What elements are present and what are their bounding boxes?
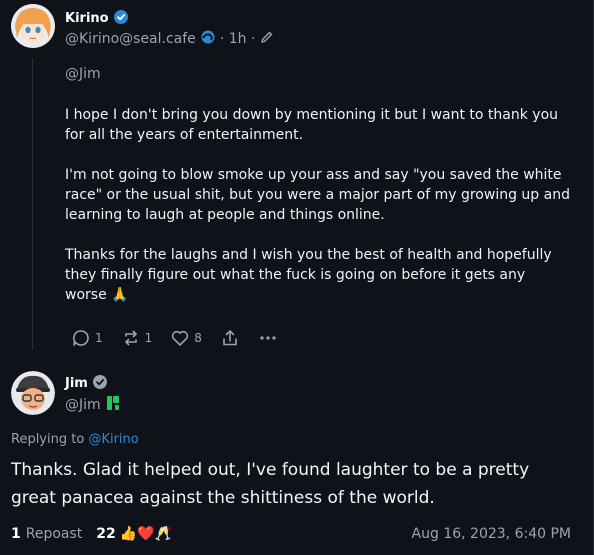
reactions-count[interactable]: 22 — [96, 526, 115, 542]
repost-button[interactable]: 1 — [121, 328, 153, 348]
reaction-emojis[interactable]: 👍❤️🥂 — [120, 526, 172, 542]
jim-name-row: Jim — [65, 374, 107, 393]
verified-badge-icon — [113, 9, 128, 28]
edit-pencil-icon[interactable] — [259, 30, 274, 49]
post-actions: 1 1 8 — [71, 328, 278, 348]
kirino-display-name[interactable]: Kirino — [65, 11, 109, 26]
like-button[interactable]: 8 — [170, 328, 202, 348]
repost-label[interactable]: Repoast — [26, 526, 83, 542]
post-time[interactable]: · 1h · — [220, 31, 256, 47]
post-paragraph-last: Thanks for the laughs and I wish you the… — [65, 245, 570, 305]
replying-to-link[interactable]: @Kirino — [88, 432, 138, 447]
post-paragraph: Thanks for the laughs and I wish you the… — [65, 247, 552, 303]
fediverse-icon — [200, 29, 216, 49]
mention-link[interactable]: @Jim — [65, 66, 101, 82]
kirino-avatar[interactable] — [11, 4, 55, 48]
share-icon — [220, 328, 240, 348]
jim-handle[interactable]: @Jim — [65, 397, 101, 413]
repost-count: 1 — [144, 331, 153, 345]
more-button[interactable] — [258, 328, 278, 348]
jim-avatar[interactable] — [11, 371, 55, 415]
repost-count-strong[interactable]: 1 — [11, 526, 21, 542]
replying-prefix: Replying to — [11, 432, 85, 447]
jim-handle-row: @Jim — [65, 395, 120, 415]
more-icon — [258, 328, 278, 348]
like-count: 8 — [194, 331, 202, 345]
kirino-name-row: Kirino — [65, 9, 128, 28]
timeline-panel: Kirino @Kirino@seal.cafe · 1h · @Jim I h… — [0, 0, 594, 555]
jim-display-name[interactable]: Jim — [65, 376, 88, 391]
post-body: I hope I don't bring you down by mention… — [65, 105, 570, 305]
replying-to-line: Replying to @Kirino — [11, 432, 139, 447]
like-icon — [170, 328, 190, 348]
pleroma-icon — [106, 395, 120, 415]
reply-footer: 1 Repoast 22 👍❤️🥂 Aug 16, 2023, 6:40 PM — [11, 524, 571, 544]
reply-body: Thanks. Glad it helped out, I've found l… — [11, 460, 530, 508]
praying-hands-emoji: 🙏 — [111, 287, 129, 303]
share-button[interactable] — [220, 328, 240, 348]
verified-badge-icon — [92, 374, 107, 393]
repost-icon — [121, 328, 141, 348]
reply-button[interactable]: 1 — [71, 328, 103, 348]
reply-count: 1 — [95, 331, 103, 345]
kirino-handle-row: @Kirino@seal.cafe · 1h · — [65, 29, 274, 49]
kirino-handle[interactable]: @Kirino@seal.cafe — [65, 31, 196, 47]
reply-icon — [71, 328, 91, 348]
post-paragraph: I hope I don't bring you down by mention… — [65, 107, 559, 143]
reply-timestamp[interactable]: Aug 16, 2023, 6:40 PM — [412, 526, 571, 542]
post-paragraph: I'm not going to blow smoke up your ass … — [65, 167, 570, 223]
thread-line — [32, 58, 33, 350]
